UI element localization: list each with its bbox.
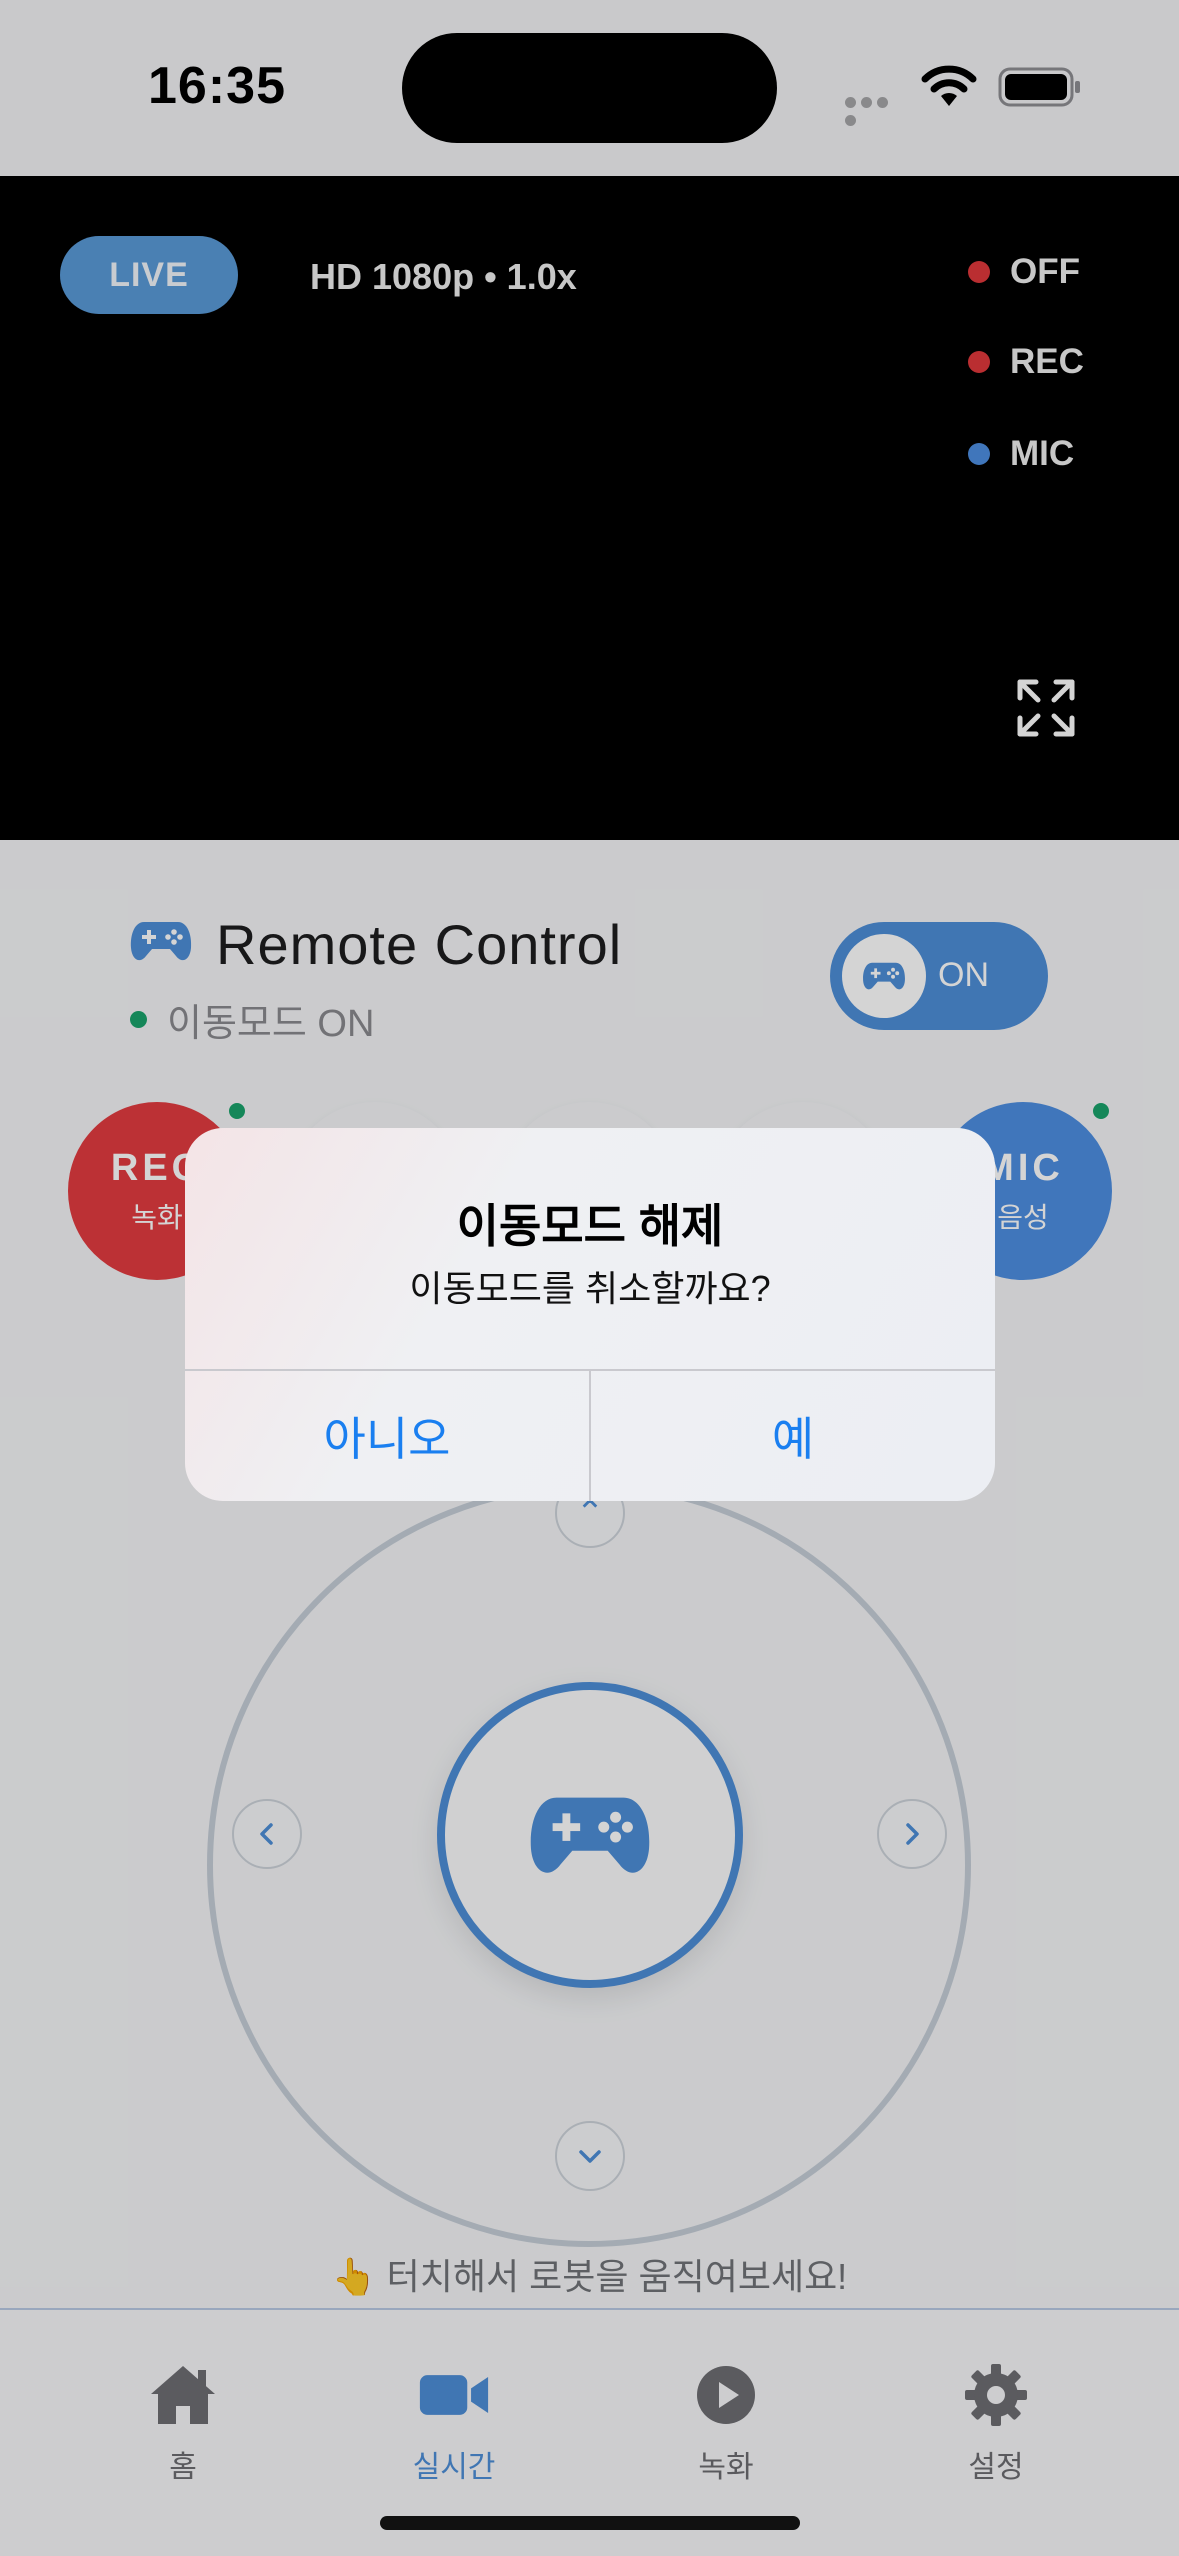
- alert-message: 이동모드를 취소할까요?: [409, 1268, 771, 1309]
- alert-dialog: 이동모드 해제 이동모드를 취소할까요? 아니오 예: [185, 1128, 995, 1501]
- screen: 16:35 LIVE HD 1080p • 1.0x OFF REC MIC R…: [0, 0, 1179, 2556]
- alert-title: 이동모드 해제: [456, 1200, 724, 1252]
- alert-cancel-button[interactable]: 아니오: [185, 1371, 589, 1501]
- alert-confirm-button[interactable]: 예: [591, 1371, 995, 1501]
- home-indicator[interactable]: [380, 2516, 800, 2530]
